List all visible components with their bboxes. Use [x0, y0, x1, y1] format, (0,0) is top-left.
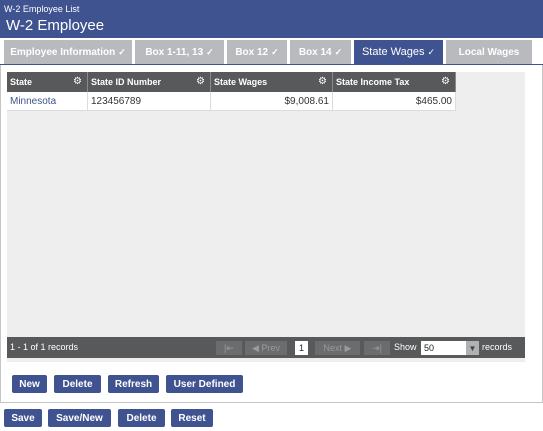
next-page-button[interactable]: Next ▶ — [315, 341, 360, 355]
reset-button[interactable]: Reset — [171, 409, 213, 427]
cell-state-id[interactable]: 123456789 — [88, 92, 211, 111]
check-icon: ✓ — [334, 46, 343, 57]
tab-label: Box 12 — [235, 46, 269, 58]
tab-box-12[interactable]: Box 12 ✓ — [227, 40, 287, 64]
grid-delete-button[interactable]: Delete — [54, 375, 101, 393]
tab-label: Employee Information — [10, 46, 116, 58]
w2-employee-page: W-2 Employee List W-2 Employee Employee … — [0, 0, 543, 431]
gear-icon[interactable]: ⚙ — [73, 76, 82, 88]
page-header: W-2 Employee List W-2 Employee — [0, 0, 543, 38]
prev-page-button[interactable]: ◀ Prev — [245, 341, 287, 355]
column-header-state-wages[interactable]: State Wages ⚙ — [211, 72, 333, 92]
cell-state[interactable]: Minnesota — [7, 92, 88, 111]
tab-box-1-11-13[interactable]: Box 1-11, 13 ✓ — [135, 40, 224, 64]
state-wages-grid: State ⚙ State ID Number ⚙ State Wages ⚙ … — [7, 72, 525, 362]
chevron-down-icon[interactable]: ▼ — [466, 341, 479, 355]
tab-box-14[interactable]: Box 14 ✓ — [290, 40, 351, 64]
save-button[interactable]: Save — [4, 409, 42, 427]
last-page-button[interactable]: ⇥| — [364, 341, 390, 355]
page-size-value: 50 — [424, 343, 435, 353]
tab-state-wages[interactable]: State Wages ✓ — [354, 40, 443, 64]
page-title: W-2 Employee — [6, 17, 105, 34]
column-header-label: State Wages — [214, 77, 268, 87]
gear-icon[interactable]: ⚙ — [441, 76, 450, 88]
new-button[interactable]: New — [12, 375, 47, 393]
column-header-label: State Income Tax — [336, 77, 410, 87]
save-new-button[interactable]: Save/New — [48, 409, 111, 427]
column-header-label: State ID Number — [91, 77, 162, 87]
tab-local-wages[interactable]: Local Wages — [446, 40, 532, 64]
delete-button[interactable]: Delete — [118, 409, 165, 427]
tab-label: Local Wages — [458, 46, 520, 58]
column-header-state-income-tax[interactable]: State Income Tax ⚙ — [333, 72, 456, 92]
tab-label: Box 14 — [298, 46, 332, 58]
records-label: records — [482, 342, 513, 352]
tab-label: State Wages — [361, 46, 425, 58]
tab-employee-information[interactable]: Employee Information ✓ — [4, 40, 132, 64]
cell-state-wages[interactable]: $9,008.61 — [211, 92, 333, 111]
gear-icon[interactable]: ⚙ — [318, 76, 327, 88]
check-icon: ✓ — [427, 46, 436, 57]
column-header-label: State — [10, 77, 33, 87]
cell-state-income-tax[interactable]: $465.00 — [333, 92, 456, 111]
user-defined-button[interactable]: User Defined — [166, 375, 243, 393]
page-size-select[interactable]: 50 ▼ — [421, 341, 479, 355]
gear-icon[interactable]: ⚙ — [196, 76, 205, 88]
tab-label: Box 1-11, 13 — [145, 46, 204, 58]
show-label: Show — [394, 342, 417, 352]
refresh-button[interactable]: Refresh — [108, 375, 159, 393]
first-page-button[interactable]: |⇤ — [216, 341, 242, 355]
tab-bar: Employee Information ✓ Box 1-11, 13 ✓ Box … — [0, 40, 543, 64]
check-icon: ✓ — [206, 46, 214, 57]
record-count: 1 - 1 of 1 records — [10, 342, 79, 352]
check-icon: ✓ — [271, 46, 279, 57]
breadcrumb[interactable]: W-2 Employee List — [4, 4, 79, 14]
page-number-input[interactable]: 1 — [295, 341, 308, 355]
check-icon: ✓ — [118, 46, 126, 57]
grid-pager: 1 - 1 of 1 records |⇤ ◀ Prev 1 Next ▶ ⇥|… — [7, 337, 525, 358]
column-header-state[interactable]: State ⚙ — [7, 72, 88, 92]
column-header-state-id-number[interactable]: State ID Number ⚙ — [88, 72, 211, 92]
